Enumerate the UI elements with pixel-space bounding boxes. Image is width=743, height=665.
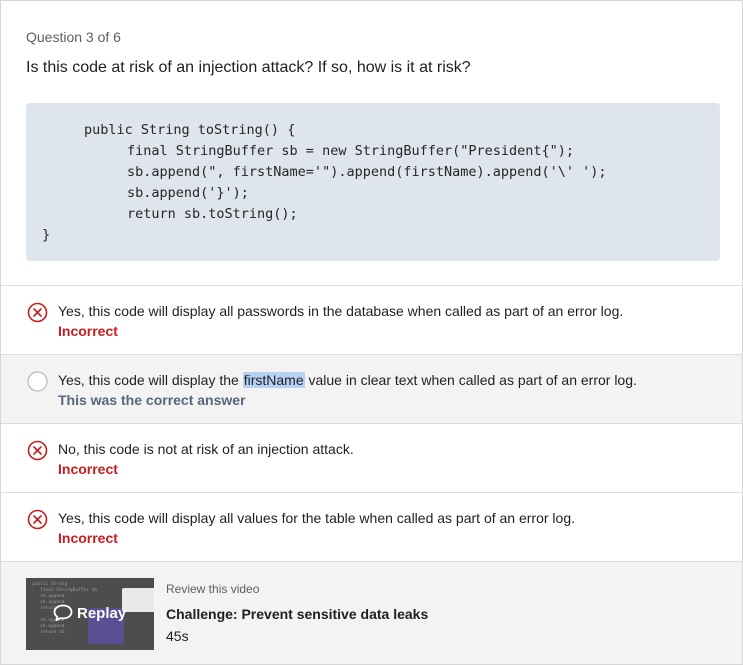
replay-label: Replay: [77, 604, 127, 622]
answer-text: Yes, this code will display all password…: [58, 303, 624, 319]
code-line: sb.append(", firstName='").append(firstN…: [127, 164, 607, 180]
answer-option[interactable]: Yes, this code will display all values f…: [1, 492, 742, 561]
review-video-panel: public String final StringBuffer sb sb.a…: [1, 561, 742, 664]
video-title[interactable]: Challenge: Prevent sensitive data leaks: [166, 606, 428, 622]
x-circle-icon: [27, 509, 48, 530]
answer-result: This was the correct answer: [58, 392, 246, 408]
x-circle-icon: [27, 302, 48, 323]
code-line: public String toString() {: [84, 122, 296, 138]
code-line: return sb.toString();: [127, 206, 298, 222]
answer-text: No, this code is not at risk of an injec…: [58, 441, 354, 457]
answer-text: Yes, this code will display all values f…: [58, 510, 575, 526]
answer-text-before: Yes, this code will display the: [58, 372, 243, 388]
highlighted-text: firstName: [242, 372, 305, 388]
question-counter: Question 3 of 6: [26, 29, 121, 45]
speech-bubble-icon: [53, 604, 73, 622]
code-block: public String toString() { final StringB…: [26, 103, 720, 261]
review-video-label: Review this video: [166, 582, 260, 596]
answer-result: Incorrect: [58, 461, 118, 477]
empty-radio-icon: [27, 371, 48, 392]
answer-text: Yes, this code will display the firstNam…: [58, 372, 637, 388]
answer-result: Incorrect: [58, 323, 118, 339]
question-text: Is this code at risk of an injection att…: [26, 59, 471, 76]
video-thumbnail[interactable]: public String final StringBuffer sb sb.a…: [26, 578, 154, 650]
code-line: sb.append('}');: [127, 185, 249, 201]
answer-result: Incorrect: [58, 530, 118, 546]
answer-option[interactable]: No, this code is not at risk of an injec…: [1, 423, 742, 492]
x-circle-icon: [27, 440, 48, 461]
video-duration: 45s: [166, 628, 189, 644]
replay-button[interactable]: Replay: [53, 604, 126, 622]
answer-text-after: value in clear text when called as part …: [304, 372, 637, 388]
thumbnail-cursor: [122, 588, 154, 612]
code-line: }: [42, 227, 51, 243]
answer-option[interactable]: Yes, this code will display all password…: [1, 285, 742, 354]
code-line: final StringBuffer sb = new StringBuffer…: [127, 143, 575, 159]
answer-option[interactable]: Yes, this code will display the firstNam…: [1, 354, 742, 423]
quiz-card: Question 3 of 6 Is this code at risk of …: [0, 0, 743, 665]
